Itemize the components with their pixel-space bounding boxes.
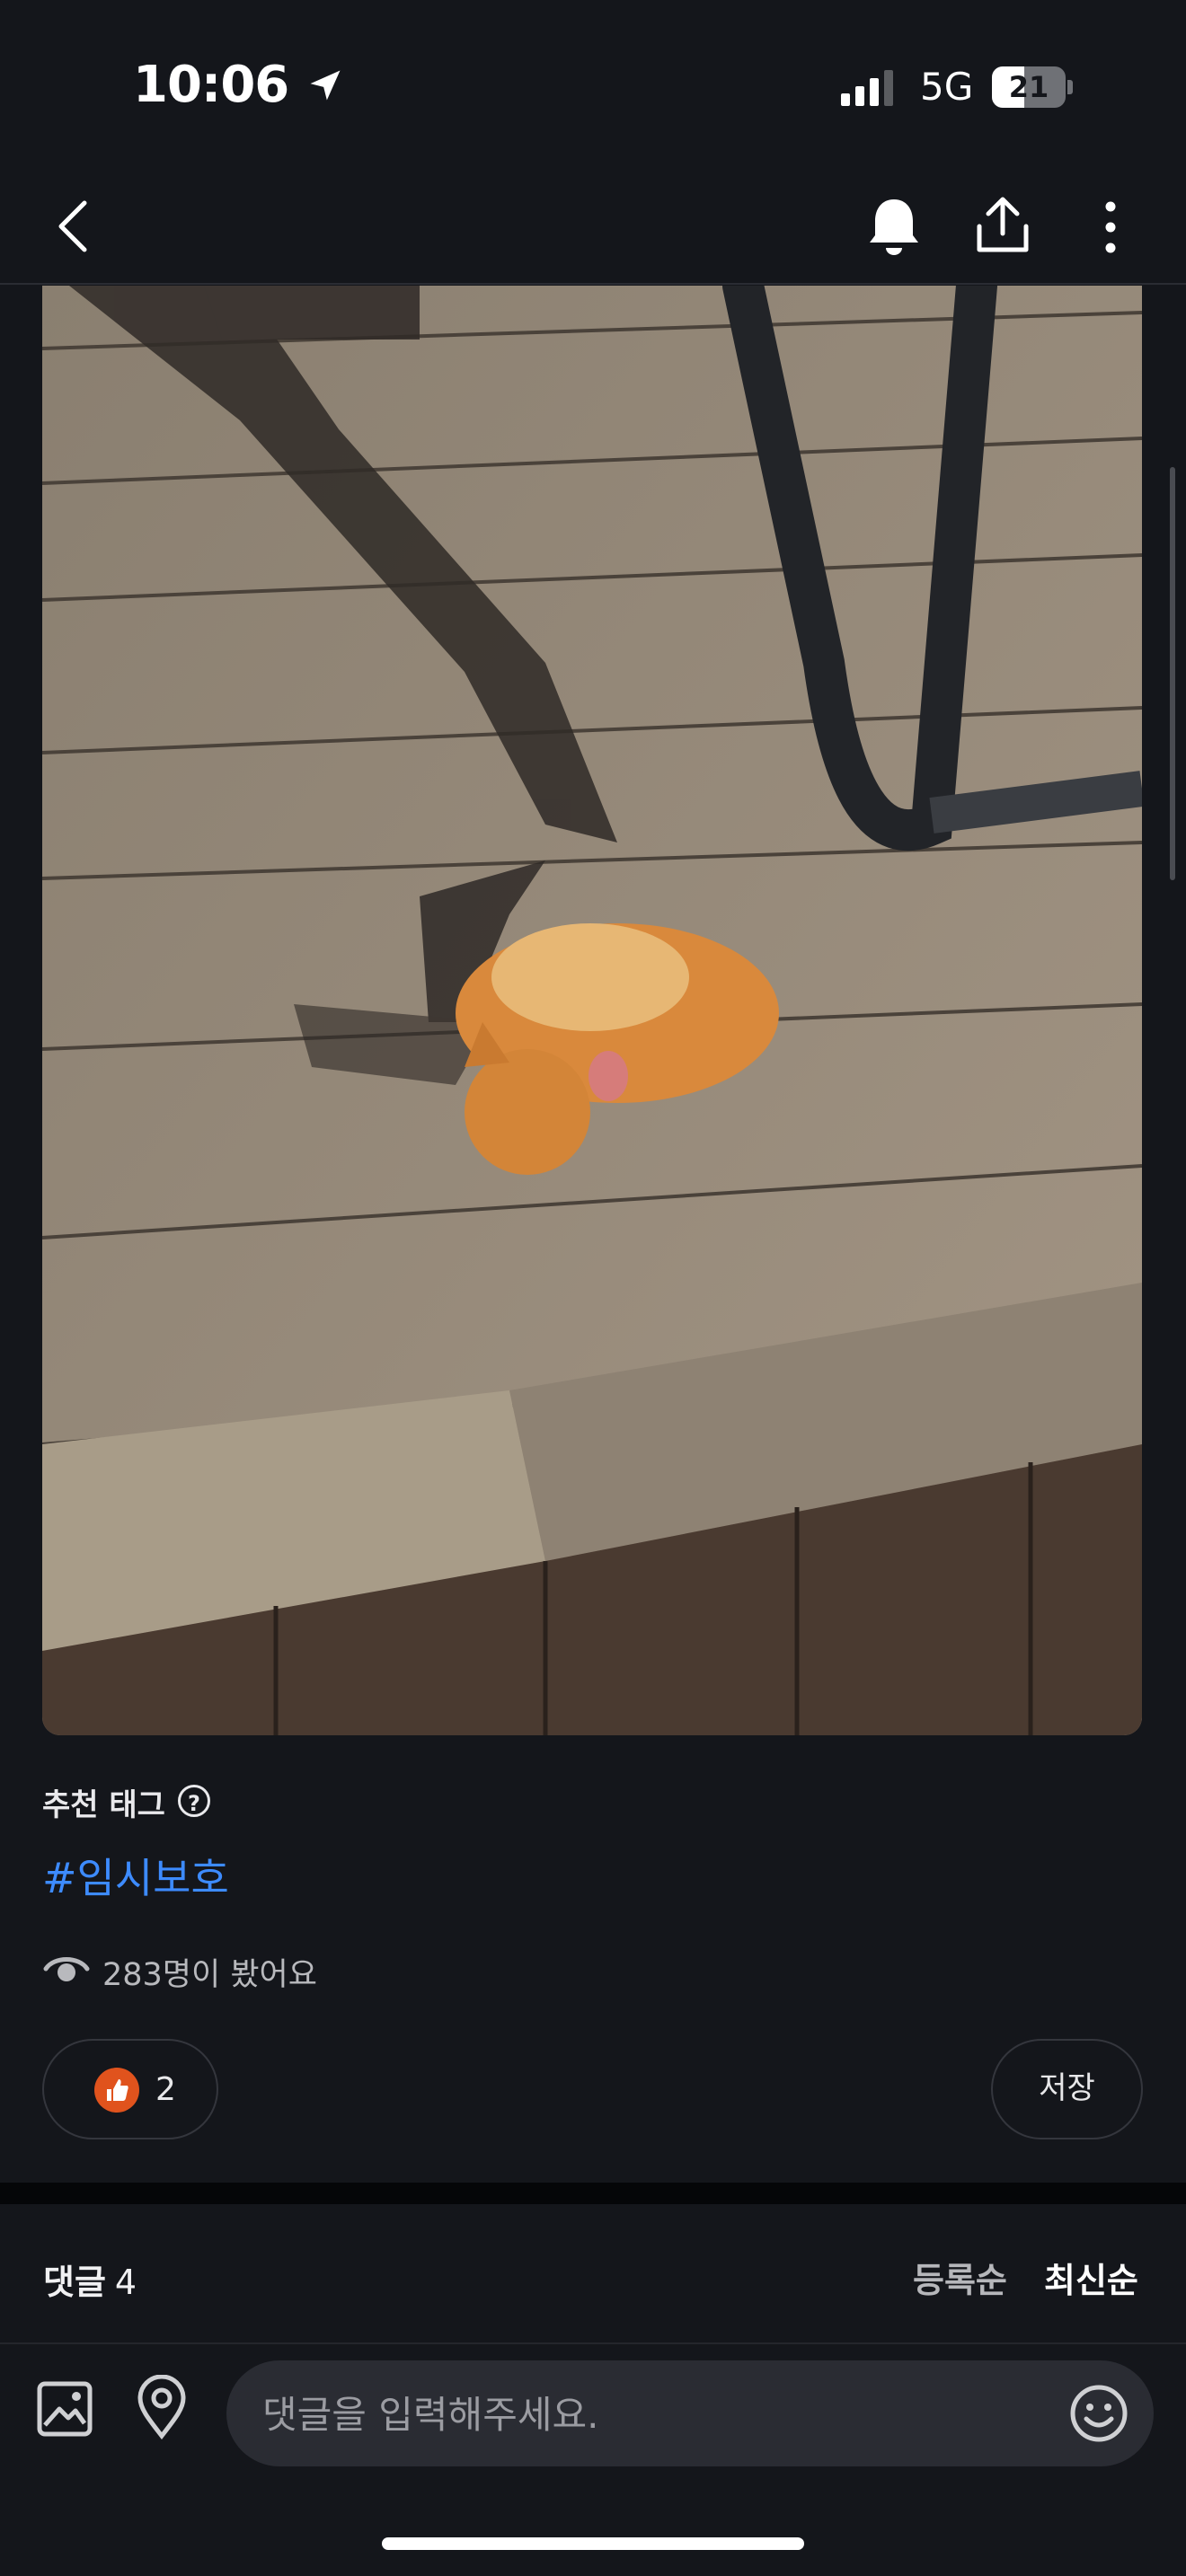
save-button[interactable]: 저장	[991, 2039, 1143, 2139]
battery-level: 21	[1008, 70, 1049, 104]
back-icon[interactable]	[52, 199, 93, 253]
help-icon[interactable]: ?	[178, 1785, 210, 1817]
emoji-icon[interactable]	[1069, 2384, 1128, 2443]
header-divider	[0, 283, 1186, 285]
recommended-tag-title: 추천 태그	[42, 1787, 165, 1823]
hashtag-link[interactable]: #임시보호	[42, 1846, 229, 1905]
comments-heading: 댓글 4	[43, 2254, 137, 2304]
network-type: 5G	[920, 65, 974, 109]
more-icon[interactable]	[1102, 199, 1120, 255]
location-arrow-icon	[310, 70, 341, 101]
section-separator	[0, 2183, 1186, 2204]
share-icon[interactable]	[974, 196, 1031, 255]
comment-input-container	[226, 2360, 1154, 2468]
location-pin-icon[interactable]	[135, 2375, 189, 2439]
comments-count: 4	[114, 2263, 137, 2302]
signal-icon	[841, 70, 893, 106]
sort-latest-button[interactable]: 최신순	[1044, 2253, 1138, 2302]
comments-divider	[0, 2342, 1186, 2344]
bell-icon[interactable]	[866, 196, 922, 257]
post-photo[interactable]	[42, 286, 1142, 1735]
like-count: 2	[155, 2071, 176, 2108]
image-icon[interactable]	[36, 2380, 93, 2438]
scrollbar[interactable]	[1170, 467, 1175, 880]
like-button[interactable]: 2	[42, 2039, 218, 2139]
battery-icon: 21	[992, 66, 1073, 108]
comment-input[interactable]	[261, 2360, 1037, 2468]
eye-icon	[43, 1957, 90, 1981]
thumbs-up-icon	[94, 2068, 139, 2113]
view-count: 283명이 봤어요	[102, 1957, 317, 1993]
comments-label: 댓글	[43, 2263, 106, 2302]
home-indicator	[382, 2537, 804, 2550]
sort-registered-button[interactable]: 등록순	[913, 2253, 1007, 2302]
status-time: 10:06	[133, 56, 345, 114]
